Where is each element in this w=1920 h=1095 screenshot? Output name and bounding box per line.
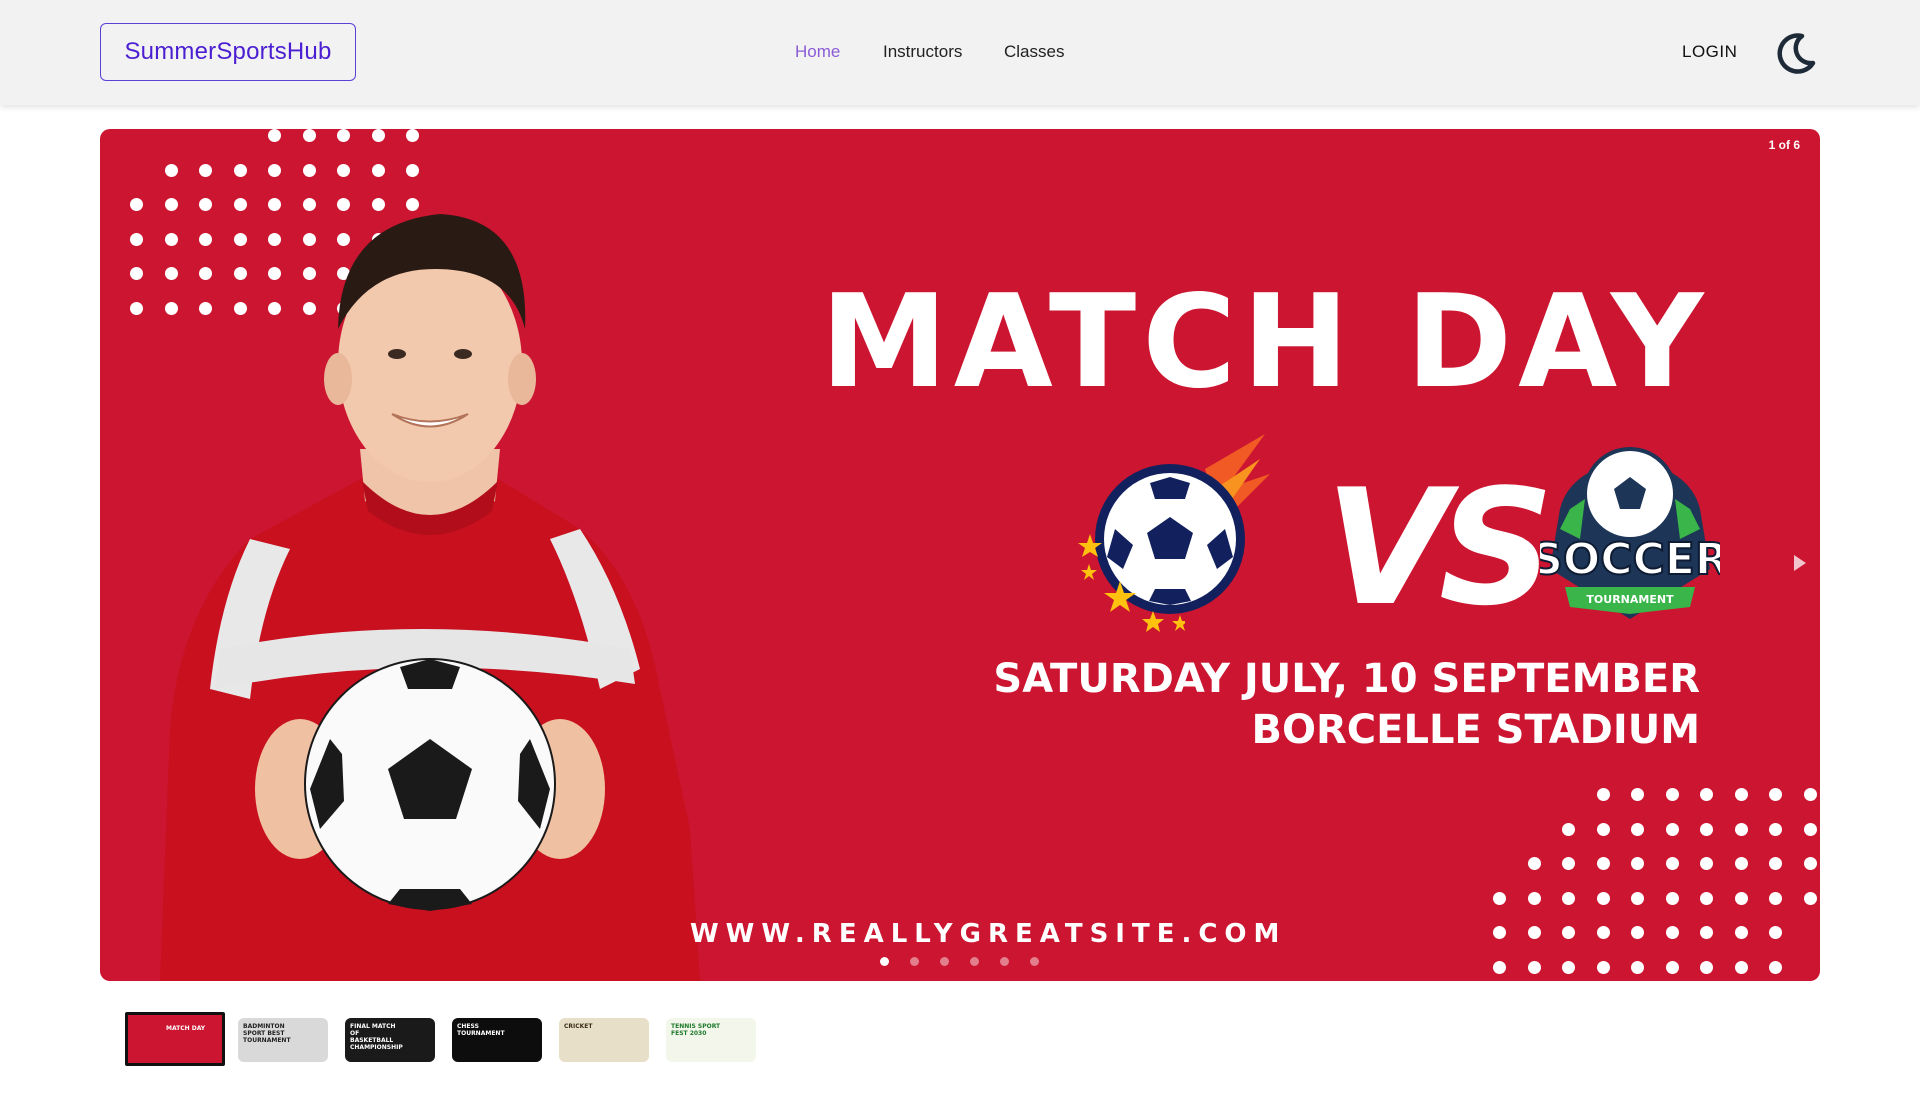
thumbnail-label: BADMINTON SPORT BEST TOURNAMENT	[243, 1023, 291, 1044]
decor-dot	[1493, 926, 1506, 939]
decor-dot	[1631, 857, 1644, 870]
event-website: WWW.REALLYGREATSITE.COM	[690, 919, 1287, 949]
decor-dot	[1734, 822, 1748, 836]
decor-dot	[1562, 960, 1575, 974]
carousel-indicator[interactable]	[970, 957, 979, 966]
decor-dot	[1734, 891, 1748, 905]
decor-dot	[1700, 857, 1713, 870]
carousel-indicator[interactable]	[880, 957, 889, 966]
thumbnail-label: MATCH DAY	[166, 1025, 206, 1032]
logo-ribbon: TOURNAMENT	[1586, 593, 1674, 606]
carousel-indicator[interactable]	[1030, 957, 1039, 966]
logo-title: SOCCER	[1540, 534, 1720, 585]
login-button[interactable]: LOGIN	[1682, 42, 1737, 62]
decor-dot	[1527, 960, 1541, 974]
decor-dot	[1631, 926, 1644, 939]
thumbnail-4[interactable]: CHESS TOURNAMENT	[452, 1018, 542, 1062]
thumbnail-label: CRICKET	[564, 1023, 593, 1030]
decor-dot	[1665, 788, 1679, 801]
decor-dot	[1596, 788, 1610, 801]
decor-dot	[1562, 891, 1575, 905]
thumbnail-5[interactable]: CRICKET	[559, 1018, 649, 1062]
decor-dot	[1769, 926, 1782, 939]
decor-dot	[1769, 857, 1782, 870]
decor-dot	[1631, 788, 1644, 801]
decor-dot	[1803, 788, 1817, 801]
decor-dot	[1665, 960, 1679, 974]
event-date: SATURDAY JULY, 10 SEPTEMBER	[993, 656, 1700, 702]
decor-dot	[1665, 857, 1679, 870]
slide-counter: 1 of 6	[1768, 138, 1800, 152]
navbar: SummerSportsHub Home Instructors Classes…	[0, 0, 1920, 105]
decor-dot	[1769, 891, 1782, 905]
decor-dot	[1803, 891, 1817, 905]
decor-dot	[1734, 926, 1748, 939]
decor-dot	[1527, 891, 1541, 905]
decor-dot	[1734, 788, 1748, 801]
hero-carousel: 1 of 6 MATCH DAY VS SOCCER TOURNAMENT SA…	[100, 129, 1820, 981]
thumbnail-6[interactable]: TENNIS SPORT FEST 2030	[666, 1018, 756, 1062]
decor-dot	[1527, 926, 1541, 939]
carousel-indicator[interactable]	[940, 957, 949, 966]
decor-dot	[1769, 788, 1782, 801]
brand-logo[interactable]: SummerSportsHub	[100, 23, 356, 81]
carousel-indicator[interactable]	[910, 957, 919, 966]
decor-dot	[1734, 857, 1748, 870]
decor-dot	[1631, 822, 1644, 836]
decor-dot	[1665, 926, 1679, 939]
thumbnail-label: CHESS TOURNAMENT	[457, 1023, 505, 1037]
decor-dot	[1562, 926, 1575, 939]
nav-link-instructors[interactable]: Instructors	[883, 42, 962, 62]
carousel-indicator[interactable]	[1000, 957, 1009, 966]
decor-dot	[1596, 891, 1610, 905]
thumbnail-1[interactable]: MATCH DAY	[125, 1012, 225, 1066]
carousel-indicators	[880, 957, 1039, 966]
thumbnail-3[interactable]: FINAL MATCH OF BASKETBALL CHAMPIONSHIP	[345, 1018, 435, 1062]
nav-link-classes[interactable]: Classes	[1004, 42, 1064, 62]
thumbnail-label: TENNIS SPORT FEST 2030	[671, 1023, 721, 1037]
player-illustration	[160, 214, 700, 981]
decor-dot	[1700, 788, 1713, 801]
decor-dot	[1769, 960, 1782, 974]
decor-dot	[1596, 960, 1610, 974]
decor-dot	[1631, 891, 1644, 905]
decor-dot	[1700, 822, 1713, 836]
decor-dot	[1631, 960, 1644, 974]
stars-icon	[1078, 534, 1185, 632]
vs-text: VS	[1325, 454, 1554, 641]
chevron-right-icon[interactable]	[1790, 549, 1810, 577]
decor-dot	[1803, 822, 1817, 836]
decor-dot	[1734, 960, 1748, 974]
slide-headline: MATCH DAY	[820, 268, 1710, 417]
nav-link-home[interactable]: Home	[795, 42, 840, 62]
decor-dot	[1665, 891, 1679, 905]
decor-dot	[1527, 857, 1541, 870]
decor-dot	[1596, 857, 1610, 870]
decor-dot	[1562, 857, 1575, 870]
decor-dot	[1803, 857, 1817, 870]
decor-dot	[1665, 822, 1679, 836]
thumbnail-image	[128, 1015, 222, 1063]
decor-dot	[1596, 822, 1610, 836]
thumbnail-2[interactable]: BADMINTON SPORT BEST TOURNAMENT	[238, 1018, 328, 1062]
event-venue: BORCELLE STADIUM	[1251, 707, 1700, 753]
decor-dot	[1596, 926, 1610, 939]
thumbnail-label: FINAL MATCH OF BASKETBALL CHAMPIONSHIP	[350, 1023, 403, 1051]
decor-dot	[1700, 960, 1713, 974]
decor-dot	[1769, 822, 1782, 836]
soccer-tournament-logo: SOCCER TOURNAMENT	[1540, 447, 1720, 619]
decor-dot	[1700, 891, 1713, 905]
decor-dot	[1700, 926, 1713, 939]
decor-dot	[1493, 891, 1506, 905]
decor-dot	[1562, 822, 1575, 836]
moon-icon[interactable]	[1772, 30, 1818, 76]
decor-dot	[1493, 960, 1506, 974]
